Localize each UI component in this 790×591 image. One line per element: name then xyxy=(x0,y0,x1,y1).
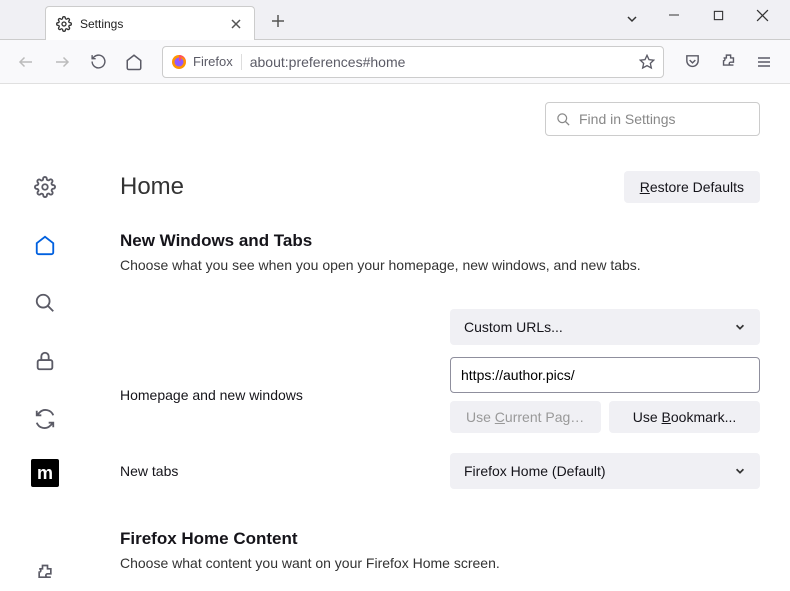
newtabs-mode-value: Firefox Home (Default) xyxy=(464,463,606,479)
sidebar-item-sync[interactable] xyxy=(27,401,63,437)
window-minimize-button[interactable] xyxy=(652,0,696,30)
homepage-label: Homepage and new windows xyxy=(120,387,450,403)
browser-tab[interactable]: Settings xyxy=(45,6,255,40)
newtabs-label: New tabs xyxy=(120,463,450,479)
newtabs-mode-select[interactable]: Firefox Home (Default) xyxy=(450,453,760,489)
search-placeholder: Find in Settings xyxy=(579,111,676,127)
chevron-down-icon xyxy=(734,465,746,477)
close-tab-icon[interactable] xyxy=(228,16,244,32)
search-icon xyxy=(556,112,571,127)
window-maximize-button[interactable] xyxy=(696,0,740,30)
identity-label: Firefox xyxy=(193,54,233,69)
back-button[interactable] xyxy=(10,46,42,78)
forward-button[interactable] xyxy=(46,46,78,78)
settings-sidebar: m xyxy=(0,84,90,591)
section-desc-windows-tabs: Choose what you see when you open your h… xyxy=(120,257,760,273)
new-tab-button[interactable] xyxy=(263,6,293,36)
sidebar-item-privacy[interactable] xyxy=(27,343,63,379)
sidebar-item-extension-m[interactable]: m xyxy=(31,459,59,487)
homepage-url-input[interactable] xyxy=(450,357,760,393)
settings-search-input[interactable]: Find in Settings xyxy=(545,102,760,136)
homepage-mode-value: Custom URLs... xyxy=(464,319,563,335)
identity-box[interactable]: Firefox xyxy=(171,54,242,70)
pocket-button[interactable] xyxy=(676,46,708,78)
use-current-pages-button[interactable]: Use Current Pages xyxy=(450,401,601,433)
reload-button[interactable] xyxy=(82,46,114,78)
page-title: Home xyxy=(120,173,184,201)
sidebar-item-extensions[interactable] xyxy=(27,555,63,591)
section-heading-windows-tabs: New Windows and Tabs xyxy=(120,231,760,251)
restore-defaults-button[interactable]: Restore Defaults xyxy=(624,171,760,203)
sidebar-item-general[interactable] xyxy=(27,169,63,205)
section-desc-home-content: Choose what content you want on your Fir… xyxy=(120,555,760,571)
section-heading-home-content: Firefox Home Content xyxy=(120,529,760,549)
tab-title: Settings xyxy=(80,17,228,31)
tabs-dropdown-button[interactable] xyxy=(612,4,652,34)
extensions-button[interactable] xyxy=(712,46,744,78)
window-close-button[interactable] xyxy=(740,0,784,30)
sidebar-item-search[interactable] xyxy=(27,285,63,321)
chevron-down-icon xyxy=(734,321,746,333)
app-menu-button[interactable] xyxy=(748,46,780,78)
url-bar[interactable]: Firefox about:preferences#home xyxy=(162,46,664,78)
home-button[interactable] xyxy=(118,46,150,78)
use-bookmark-button[interactable]: Use Bookmark... xyxy=(609,401,760,433)
bookmark-star-icon[interactable] xyxy=(639,54,655,70)
firefox-logo-icon xyxy=(171,54,187,70)
homepage-mode-select[interactable]: Custom URLs... xyxy=(450,309,760,345)
url-text: about:preferences#home xyxy=(250,54,639,70)
gear-icon xyxy=(56,16,72,32)
sidebar-item-home[interactable] xyxy=(27,227,63,263)
